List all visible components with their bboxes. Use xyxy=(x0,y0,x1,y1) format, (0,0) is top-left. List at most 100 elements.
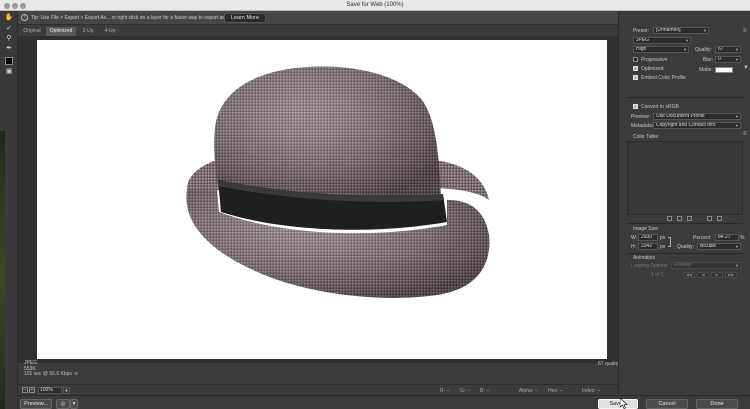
looping-options-select: Forever ▼ xyxy=(671,262,741,269)
format-select[interactable]: JPEG ▼ xyxy=(633,37,691,44)
progressive-label: Progressive xyxy=(641,57,668,63)
width-field[interactable]: 2930 xyxy=(638,234,658,241)
optimized-label: Optimized xyxy=(641,66,664,72)
web-shift-icon xyxy=(677,216,682,221)
compression-quality-select[interactable]: High ▼ xyxy=(633,46,689,53)
metadata-label: Metadata: xyxy=(631,123,654,129)
tip-text: Tip: Use File > Export > Export As... or… xyxy=(31,15,234,21)
animation-label: Animation xyxy=(633,255,656,261)
previous-frame-button: ◀ xyxy=(697,272,709,278)
percent-field[interactable]: 84.27 xyxy=(715,234,739,241)
green-readout: G: -- xyxy=(460,388,470,394)
height-field[interactable]: 2342 xyxy=(638,243,658,250)
quality-label: Quality: xyxy=(695,47,712,53)
width-unit: px xyxy=(660,235,666,241)
preset-label: Preset: xyxy=(633,28,649,34)
lock-color-icon xyxy=(687,216,692,221)
zoom-dropdown-icon[interactable]: ▼ xyxy=(63,387,70,394)
eyedropper-tool-icon[interactable]: ✒ xyxy=(4,45,14,53)
tip-bar: i Tip: Use File > Export > Export As... … xyxy=(18,11,618,25)
embed-color-profile-label: Embed Color Profile xyxy=(641,75,686,81)
last-frame-button: ▶▶ xyxy=(725,272,737,278)
matte-dropdown-icon[interactable]: ▼ xyxy=(743,65,749,71)
hex-readout: Hex: -- xyxy=(548,388,563,394)
preset-select[interactable]: [Unnamed] ▼ xyxy=(653,27,709,34)
tab-original[interactable]: Original xyxy=(20,27,44,36)
done-button[interactable]: Done xyxy=(696,399,738,409)
first-frame-button: ◀◀ xyxy=(683,272,695,278)
resample-quality-label: Quality: xyxy=(677,244,694,250)
color-table-label: Color Table xyxy=(633,134,659,140)
blue-readout: B: -- xyxy=(480,388,490,394)
zoom-level-field[interactable]: 100% xyxy=(38,387,62,394)
settings-panel: Preset: [Unnamed] ▼ ≡ JPEG ▼ High ▼ Quality… xyxy=(618,11,750,395)
new-color-icon xyxy=(707,216,712,221)
divider xyxy=(627,223,743,224)
desktop-background xyxy=(0,131,5,409)
mouse-pointer-icon xyxy=(620,398,628,409)
panel-menu-icon[interactable]: ≡ xyxy=(743,28,747,34)
zoom-status-bar: − + 100% ▼ R: -- G: -- B: -- Alpha: -- H… xyxy=(18,384,618,395)
height-label: H: xyxy=(631,244,636,250)
window-title: Save for Web (100%) xyxy=(346,2,404,8)
learn-more-button[interactable]: Learn More xyxy=(224,13,266,23)
percent-label: Percent: xyxy=(693,235,712,241)
eyedropper-color-swatch[interactable] xyxy=(5,57,13,65)
bottom-bar: Preview... ◎ ▾ Save... Cancel Done xyxy=(18,395,750,409)
red-readout: R: -- xyxy=(440,388,450,394)
optimized-checkbox[interactable]: ✓ xyxy=(633,66,638,71)
hat-image xyxy=(186,66,490,298)
download-speed-menu-icon[interactable]: -≡ xyxy=(73,371,78,377)
hand-tool-icon[interactable]: ✋ xyxy=(4,14,14,22)
width-label: W: xyxy=(631,235,638,241)
resample-quality-select[interactable]: Bicubic ▼ xyxy=(697,243,741,250)
embed-color-profile-checkbox[interactable]: ✓ xyxy=(633,75,638,80)
info-icon: i xyxy=(21,14,28,21)
divider xyxy=(627,97,743,98)
zoom-tool-icon[interactable]: ⚲ xyxy=(4,35,14,43)
looping-options-label: Looping Options: xyxy=(631,263,669,269)
browser-preview-icon[interactable]: ◎ xyxy=(56,399,70,409)
blur-label: Blur: xyxy=(703,57,714,63)
slice-select-tool-icon[interactable]: ✓ xyxy=(4,25,14,33)
progressive-checkbox[interactable] xyxy=(633,57,638,62)
image-size-label: Image Size xyxy=(633,226,659,232)
preview-area xyxy=(18,36,618,363)
metadata-select[interactable]: Copyright and Contact Info ▼ xyxy=(653,122,741,129)
constrain-proportions-icon[interactable] xyxy=(668,237,671,247)
delete-color-icon xyxy=(717,216,722,221)
frame-counter: 1 of 1 xyxy=(651,272,664,278)
view-tabs: Original Optimized 2-Up 4-Up xyxy=(18,25,618,36)
alpha-readout: Alpha: -- xyxy=(519,388,538,394)
preview-profile-select[interactable]: Use Document Profile ▼ xyxy=(653,113,741,120)
index-readout: Index: -- xyxy=(582,388,601,394)
tab-optimized[interactable]: Optimized xyxy=(46,27,76,36)
browser-menu-chevron-icon[interactable]: ▾ xyxy=(70,399,78,409)
preview-profile-label: Preview: xyxy=(631,114,651,120)
matte-color-swatch[interactable] xyxy=(715,67,733,73)
zoom-out-button[interactable]: − xyxy=(22,387,28,393)
tab-4-up[interactable]: 4-Up xyxy=(100,27,120,36)
next-frame-button: ▶ xyxy=(711,272,723,278)
image-preview[interactable] xyxy=(37,40,607,359)
toggle-slices-icon[interactable]: ▣ xyxy=(4,68,14,76)
tab-2-up[interactable]: 2-Up xyxy=(78,27,98,36)
height-unit: px xyxy=(660,244,666,250)
percent-unit: % xyxy=(740,235,745,241)
matte-label: Matte: xyxy=(699,67,713,73)
color-table-menu-icon[interactable]: ≡ xyxy=(743,131,747,137)
tools-panel: ✋ ✓ ⚲ ✒ ▣ xyxy=(0,11,18,409)
zoom-in-button[interactable]: + xyxy=(29,387,35,393)
convert-srgb-checkbox[interactable]: ✓ xyxy=(633,104,638,109)
blur-field[interactable]: 0 ▼ xyxy=(715,56,741,63)
color-table[interactable] xyxy=(627,141,743,215)
quality-info-text: 67 quality xyxy=(598,361,620,367)
preview-button[interactable]: Preview... xyxy=(20,399,52,409)
window-titlebar: Save for Web (100%) xyxy=(0,0,750,11)
quality-field[interactable]: 67 ▼ xyxy=(715,46,741,53)
map-colors-icon xyxy=(667,216,672,221)
divider xyxy=(627,253,743,254)
save-button[interactable]: Save... xyxy=(598,399,638,409)
cancel-button[interactable]: Cancel xyxy=(646,399,688,409)
download-time-text: 101 sec @ 56.6 Kbps xyxy=(24,371,72,377)
